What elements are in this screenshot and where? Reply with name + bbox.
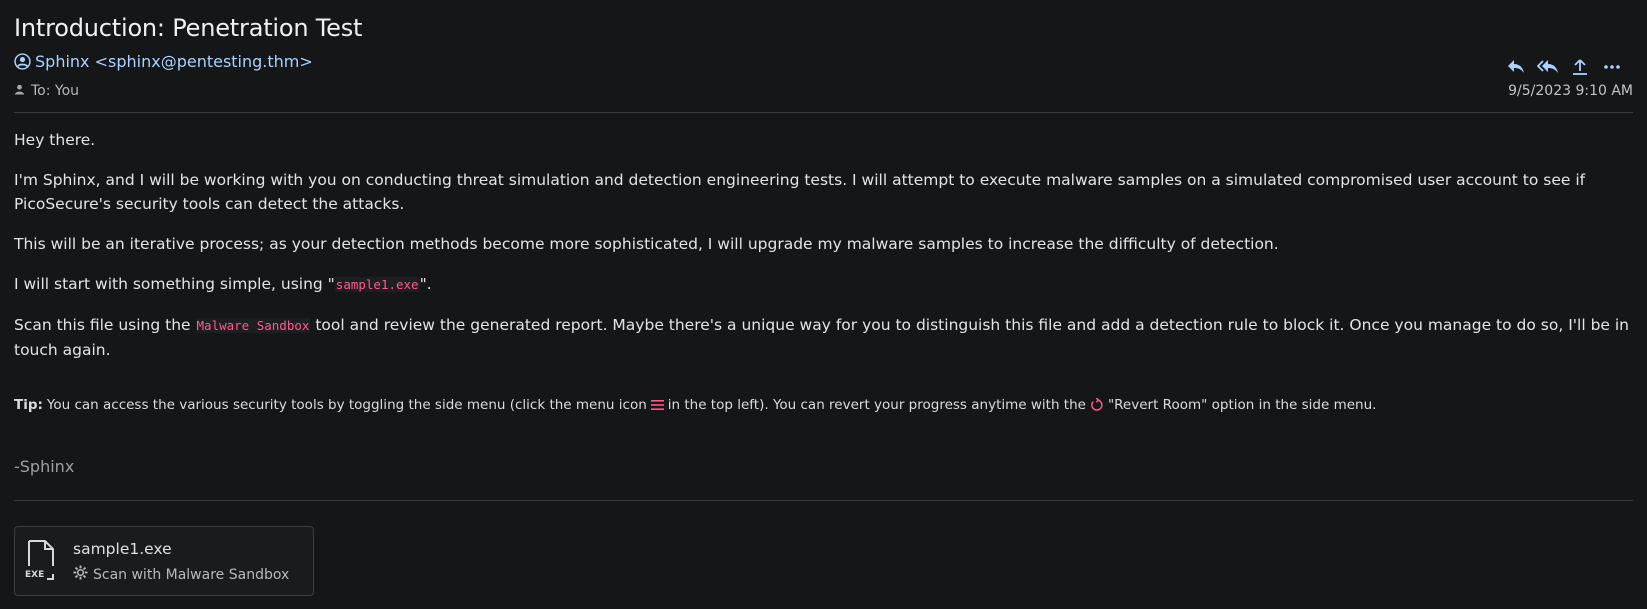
tip-text: "Revert Room" option in the side menu. [1107,397,1377,413]
scan-action[interactable]: Scan with Malware Sandbox [73,565,289,584]
email-body: Hey there. I'm Sphinx, and I will be wor… [14,128,1633,378]
reply-icon [1506,58,1526,76]
body-text: ". [419,275,432,293]
revert-icon [1090,398,1104,412]
attachment-card[interactable]: EXE sample1.exe Scan with Malware Sandbo… [14,526,314,596]
body-text: Scan this file using the [14,316,196,334]
attachment-divider [14,500,1633,501]
tip-text: in the top left). You can revert your pr… [667,397,1086,413]
email-subject: Introduction: Penetration Test [14,14,363,42]
body-paragraph: This will be an iterative process; as yo… [14,235,1279,253]
body-paragraph: I will start with something simple, usin… [14,272,1633,297]
reply-button[interactable] [1505,56,1527,78]
gear-icon [73,565,88,584]
recipient: To: You [14,83,79,99]
email-date: 9/5/2023 9:10 AM [1508,83,1633,99]
forward-button[interactable] [1569,56,1591,78]
body-paragraph: I'm Sphinx, and I will be working with y… [14,171,1586,213]
header-divider [14,112,1633,113]
forward-icon [1571,58,1589,76]
sender[interactable]: Sphinx <sphinx@pentesting.thm> [14,52,313,71]
attachment-filename[interactable]: sample1.exe [73,540,172,558]
greeting: Hey there. [14,131,96,149]
email-actions [1505,56,1623,78]
body-paragraph: Scan this file using the Malware Sandbox… [14,313,1633,362]
user-icon [14,83,25,99]
signature: -Sphinx [14,457,75,476]
inline-code-tool: Malware Sandbox [195,318,311,333]
user-circle-icon [14,53,31,70]
reply-all-button[interactable] [1537,56,1559,78]
exe-label: EXE [25,570,44,580]
tip-label: Tip: [14,397,43,413]
menu-icon [650,399,664,411]
body-text: I will start with something simple, usin… [14,275,335,293]
inline-code-filename: sample1.exe [334,277,420,292]
tip-note: Tip: You can access the various security… [14,397,1376,413]
recipient-label: To: You [31,83,80,99]
tip-text: You can access the various security tool… [46,397,647,413]
more-button[interactable] [1601,56,1623,78]
scan-action-label[interactable]: Scan with Malware Sandbox [93,567,289,583]
more-icon [1603,64,1621,70]
exe-file-icon: EXE [23,539,57,585]
sender-name[interactable]: Sphinx <sphinx@pentesting.thm> [35,52,313,71]
reply-all-icon [1537,58,1559,76]
